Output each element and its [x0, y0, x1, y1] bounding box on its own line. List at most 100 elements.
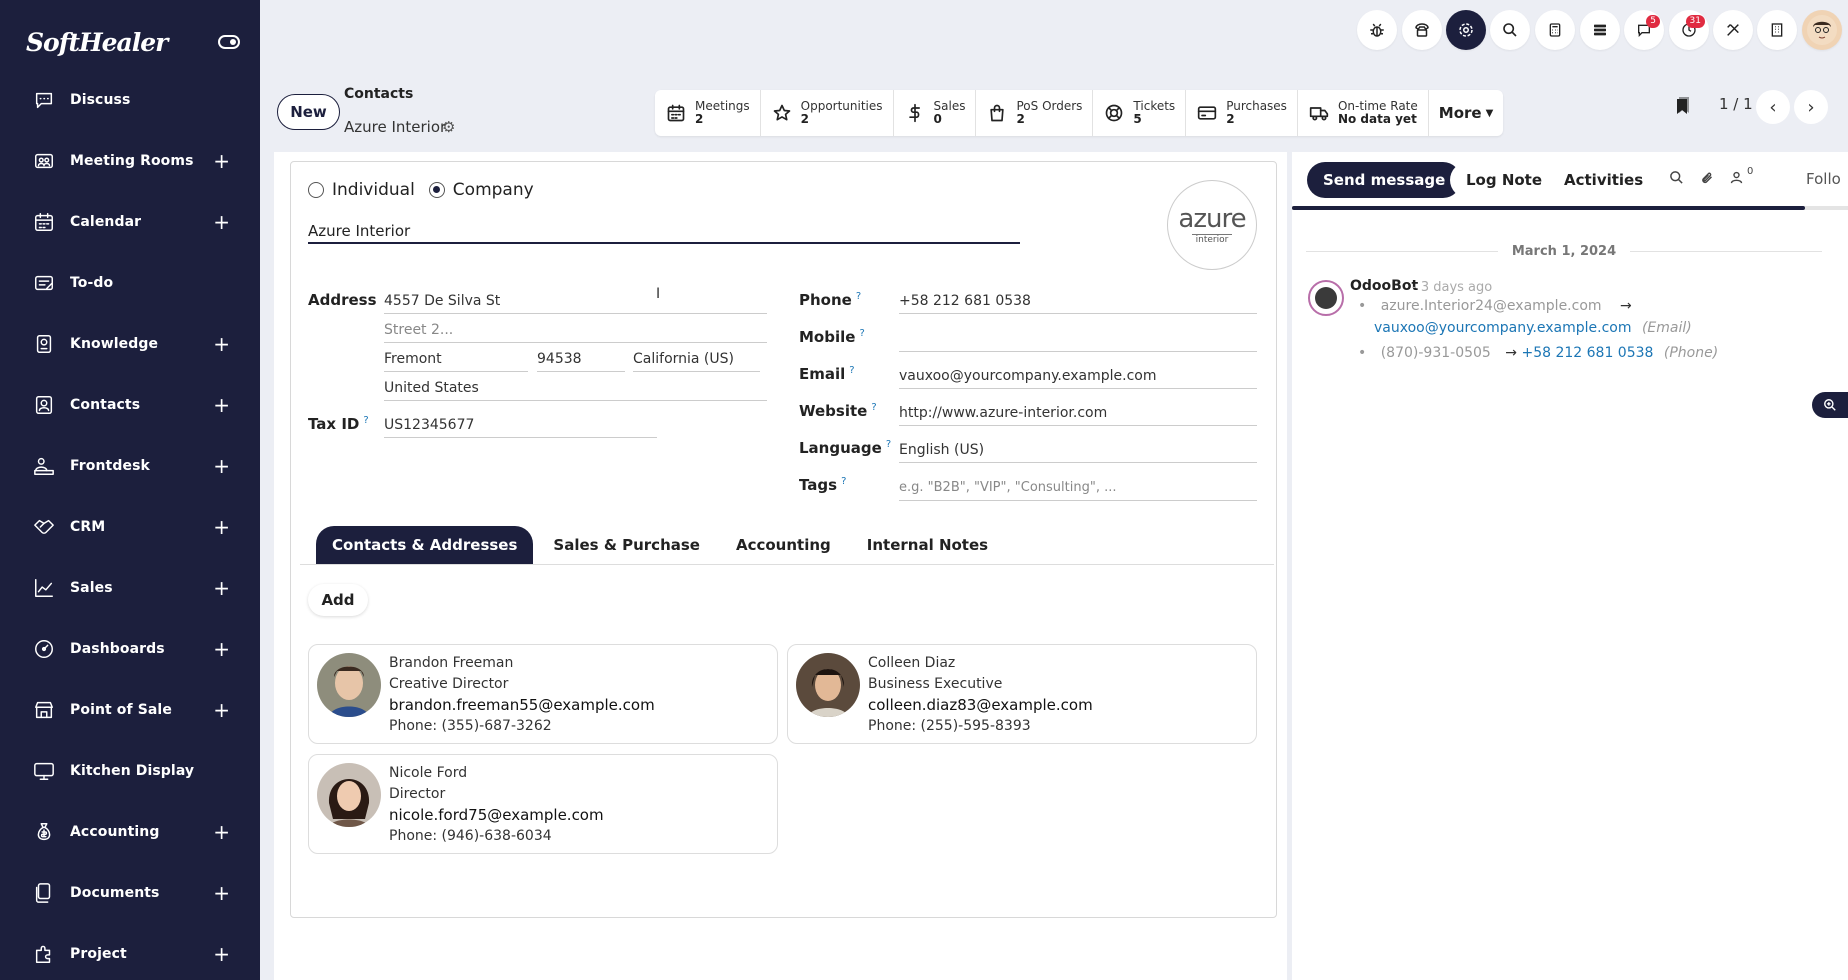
- search-icon[interactable]: [1490, 10, 1530, 50]
- expand-plus-icon[interactable]: +: [213, 820, 230, 844]
- company-logo[interactable]: azure interior: [1167, 180, 1257, 270]
- taxid-help[interactable]: ?: [363, 415, 368, 426]
- expand-plus-icon[interactable]: +: [213, 515, 230, 539]
- add-contact-button[interactable]: Add: [308, 584, 368, 616]
- tab-internal-notes[interactable]: Internal Notes: [851, 526, 1004, 564]
- sidebar-toggle-icon[interactable]: [218, 35, 240, 49]
- sidebar-item-dashboards[interactable]: Dashboards +: [0, 618, 260, 679]
- sidebar-item-calendar[interactable]: Calendar +: [0, 191, 260, 252]
- pager-previous-icon[interactable]: ‹: [1756, 90, 1790, 124]
- more-button[interactable]: More ▼: [1429, 90, 1504, 136]
- smart-button-meetings[interactable]: Meetings 2: [655, 90, 761, 136]
- mobile-help[interactable]: ?: [859, 328, 864, 339]
- language-help[interactable]: ?: [886, 439, 891, 450]
- sidebar-item-meeting-rooms[interactable]: Meeting Rooms +: [0, 130, 260, 191]
- message-author[interactable]: OdooBot: [1350, 278, 1418, 294]
- street2-input[interactable]: Street 2...: [384, 319, 767, 343]
- sidebar-item-documents[interactable]: Documents +: [0, 862, 260, 923]
- phone-help[interactable]: ?: [856, 291, 861, 302]
- bookmark-icon[interactable]: [1676, 96, 1690, 119]
- sidebar-item-knowledge[interactable]: Knowledge +: [0, 313, 260, 374]
- city-input[interactable]: Fremont: [384, 348, 528, 372]
- activities-button[interactable]: Activities: [1548, 162, 1660, 198]
- radio-individual-label[interactable]: Individual: [332, 180, 415, 200]
- sidebar-item-contacts[interactable]: Contacts +: [0, 374, 260, 435]
- smart-button-purchases[interactable]: Purchases 2: [1186, 90, 1298, 136]
- tags-help[interactable]: ?: [841, 476, 846, 487]
- chatter-search-icon[interactable]: [1669, 170, 1684, 189]
- smart-button-tickets[interactable]: Tickets 5: [1093, 90, 1187, 136]
- expand-plus-icon[interactable]: +: [213, 881, 230, 905]
- sidebar-item-accounting[interactable]: Accounting +: [0, 801, 260, 862]
- sidebar-item-to-do[interactable]: To-do: [0, 252, 260, 313]
- expand-plus-icon[interactable]: +: [213, 393, 230, 417]
- sidebar-item-kitchen-display[interactable]: Kitchen Display: [0, 740, 260, 801]
- tab-contacts-addresses[interactable]: Contacts & Addresses: [316, 526, 534, 564]
- pager-value[interactable]: 1 / 1: [1719, 95, 1753, 113]
- followers-icon[interactable]: 0: [1729, 166, 1753, 185]
- zip-input[interactable]: 94538: [537, 348, 625, 372]
- tab-accounting[interactable]: Accounting: [720, 526, 847, 564]
- expand-plus-icon[interactable]: +: [213, 210, 230, 234]
- new-button[interactable]: New: [277, 94, 340, 130]
- phone-icon[interactable]: [1402, 10, 1442, 50]
- phone-input[interactable]: +58 212 681 0538: [899, 290, 1257, 314]
- brand-logo[interactable]: SoftHealer: [26, 28, 168, 57]
- user-avatar[interactable]: [1802, 10, 1842, 50]
- sidebar-item-crm[interactable]: CRM +: [0, 496, 260, 557]
- expand-plus-icon[interactable]: +: [213, 698, 230, 722]
- street-input[interactable]: 4557 De Silva St: [384, 290, 767, 314]
- contact-email[interactable]: colleen.diaz83@example.com: [868, 695, 1093, 716]
- zoom-in-icon[interactable]: [1812, 392, 1848, 418]
- country-select[interactable]: United States: [384, 377, 767, 401]
- contact-card[interactable]: Brandon Freeman Creative Director brando…: [308, 644, 778, 744]
- sidebar-item-discuss[interactable]: Discuss: [0, 69, 260, 130]
- expand-plus-icon[interactable]: +: [213, 637, 230, 661]
- tools-icon[interactable]: [1713, 10, 1753, 50]
- sidebar-item-project[interactable]: Project +: [0, 923, 260, 980]
- chatter-scroll-bar[interactable]: [1292, 206, 1805, 210]
- language-select[interactable]: English (US): [899, 439, 1257, 463]
- record-actions-gear-icon[interactable]: ⚙: [442, 118, 455, 136]
- contact-email[interactable]: brandon.freeman55@example.com: [389, 695, 655, 716]
- attachment-icon[interactable]: [1699, 170, 1714, 189]
- mobile-input[interactable]: [899, 328, 1257, 352]
- log-note-button[interactable]: Log Note: [1450, 162, 1559, 198]
- state-select[interactable]: California (US): [633, 348, 760, 372]
- radio-company[interactable]: [428, 182, 445, 198]
- email-input[interactable]: vauxoo@yourcompany.example.com: [899, 365, 1257, 389]
- pager-next-icon[interactable]: ›: [1794, 90, 1828, 124]
- bug-icon[interactable]: [1357, 10, 1397, 50]
- contact-card[interactable]: Nicole Ford Director nicole.ford75@examp…: [308, 754, 778, 854]
- expand-plus-icon[interactable]: +: [213, 149, 230, 173]
- messages-icon[interactable]: 5: [1624, 10, 1664, 50]
- tags-input[interactable]: e.g. "B2B", "VIP", "Consulting", ...: [899, 477, 1257, 501]
- smart-button-opportunities[interactable]: Opportunities 2: [761, 90, 894, 136]
- website-input[interactable]: http://www.azure-interior.com: [899, 402, 1257, 426]
- radio-individual[interactable]: [308, 182, 324, 198]
- sidebar-item-sales[interactable]: Sales +: [0, 557, 260, 618]
- calculator-icon[interactable]: [1535, 10, 1575, 50]
- odoobot-avatar[interactable]: [1308, 280, 1344, 316]
- taxid-input[interactable]: US12345677: [384, 414, 657, 438]
- radio-company-label[interactable]: Company: [453, 180, 534, 200]
- breadcrumb-contacts[interactable]: Contacts: [344, 86, 413, 102]
- tab-sales-purchase[interactable]: Sales & Purchase: [537, 526, 716, 564]
- settings-icon[interactable]: [1446, 10, 1486, 50]
- server-icon[interactable]: [1580, 10, 1620, 50]
- smart-button-sales[interactable]: Sales 0: [894, 90, 977, 136]
- company-building-icon[interactable]: [1757, 10, 1797, 50]
- expand-plus-icon[interactable]: +: [213, 454, 230, 478]
- send-message-button[interactable]: Send message: [1307, 162, 1462, 198]
- activity-clock-icon[interactable]: 31: [1669, 10, 1709, 50]
- expand-plus-icon[interactable]: +: [213, 332, 230, 356]
- website-help[interactable]: ?: [871, 402, 876, 413]
- sidebar-item-point-of-sale[interactable]: Point of Sale +: [0, 679, 260, 740]
- sidebar-item-frontdesk[interactable]: Frontdesk +: [0, 435, 260, 496]
- email-help[interactable]: ?: [849, 365, 854, 376]
- contact-email[interactable]: nicole.ford75@example.com: [389, 805, 604, 826]
- expand-plus-icon[interactable]: +: [213, 576, 230, 600]
- smart-button-on-time-rate[interactable]: On-time Rate No data yet: [1298, 90, 1429, 136]
- smart-button-pos-orders[interactable]: PoS Orders 2: [976, 90, 1094, 136]
- company-name-input[interactable]: Azure Interior: [308, 222, 1020, 244]
